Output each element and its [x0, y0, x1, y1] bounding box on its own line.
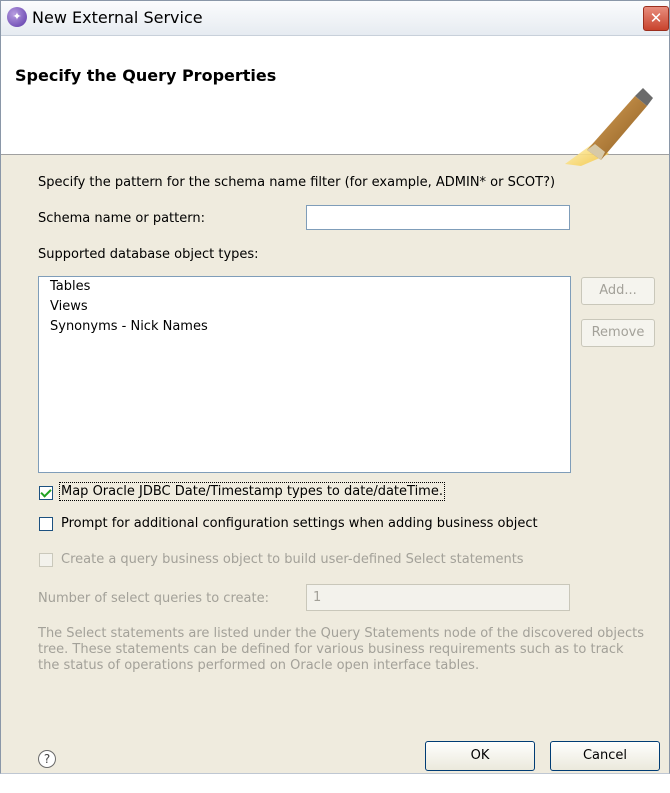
- list-item[interactable]: Tables: [50, 279, 90, 294]
- num-queries-label: Number of select queries to create:: [38, 591, 269, 606]
- help-icon[interactable]: ?: [38, 750, 56, 768]
- prompt-config-checkbox[interactable]: [39, 517, 53, 531]
- wizard-icon: ✦: [7, 7, 27, 27]
- prompt-config-label[interactable]: Prompt for additional configuration sett…: [61, 516, 538, 531]
- title-bar[interactable]: ✦ New External Service ✕: [1, 1, 669, 36]
- num-queries-input[interactable]: [306, 584, 570, 611]
- object-types-list[interactable]: Tables Views Synonyms - Nick Names: [38, 276, 571, 473]
- map-oracle-checkbox[interactable]: [39, 486, 53, 500]
- schema-input[interactable]: [306, 205, 570, 230]
- select-statements-note: The Select statements are listed under t…: [38, 626, 645, 673]
- dialog-window: ✦ New External Service ✕ Specify the Que…: [0, 0, 670, 774]
- remove-button[interactable]: Remove: [581, 319, 655, 347]
- map-oracle-label[interactable]: Map Oracle JDBC Date/Timestamp types to …: [59, 482, 445, 501]
- create-query-checkbox[interactable]: [39, 553, 53, 567]
- pattern-instruction: Specify the pattern for the schema name …: [38, 175, 556, 190]
- object-types-label: Supported database object types:: [38, 247, 259, 262]
- wizard-banner: Specify the Query Properties: [1, 36, 669, 166]
- close-button[interactable]: ✕: [643, 6, 669, 31]
- cancel-button[interactable]: Cancel: [550, 741, 660, 771]
- page-title: Specify the Query Properties: [15, 66, 277, 85]
- add-button[interactable]: Add...: [581, 277, 655, 305]
- create-query-label[interactable]: Create a query business object to build …: [61, 552, 524, 567]
- window-title: New External Service: [32, 8, 203, 27]
- magic-wand-icon: [565, 88, 653, 166]
- list-item[interactable]: Synonyms - Nick Names: [50, 319, 208, 334]
- list-item[interactable]: Views: [50, 299, 88, 314]
- schema-label: Schema name or pattern:: [38, 211, 205, 226]
- ok-button[interactable]: OK: [425, 741, 535, 771]
